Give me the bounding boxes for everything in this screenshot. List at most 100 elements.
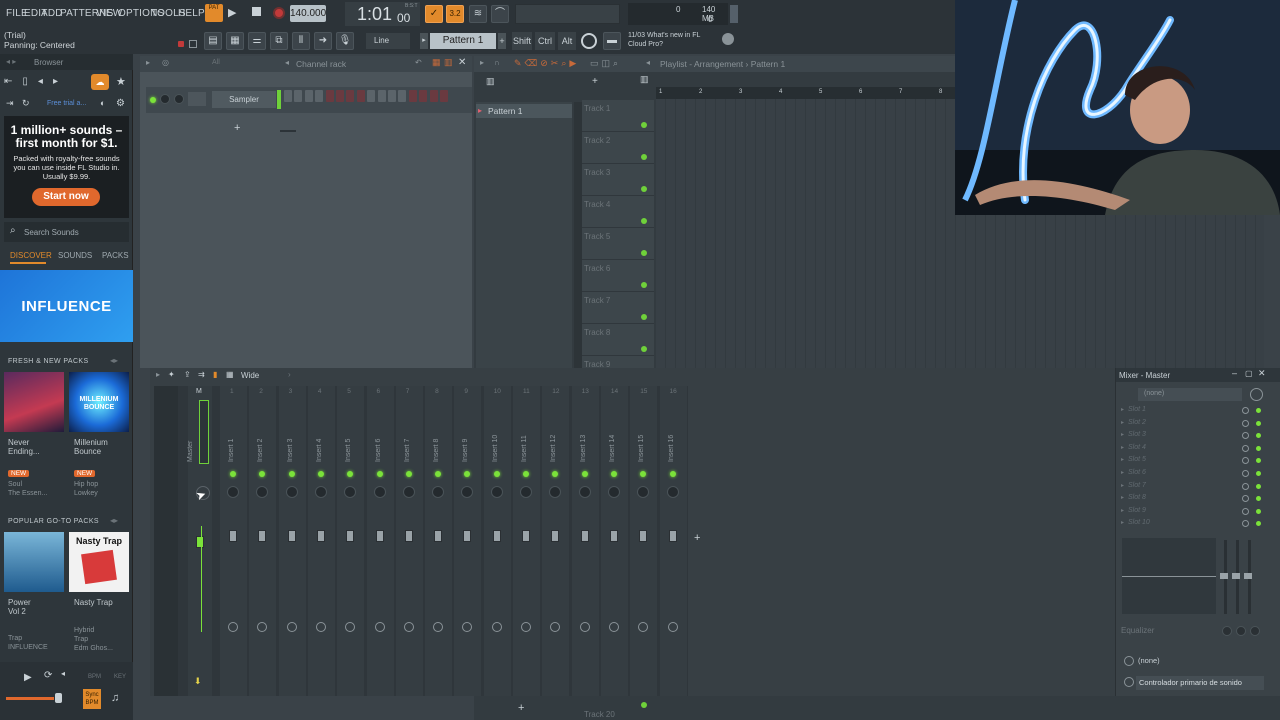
insert-fader[interactable] [375,530,384,542]
insert-mute-led[interactable] [288,471,295,477]
plugin-picker-icon[interactable]: ⫴ [292,32,310,50]
step-button[interactable] [440,90,448,102]
insert-mute-led[interactable] [523,471,529,477]
step-button[interactable] [388,90,396,102]
slot-mix-knob[interactable] [1242,444,1249,452]
slot-mix-knob[interactable] [1242,482,1249,490]
playlist-view-icon[interactable]: ▤ [204,32,222,50]
insert-fader[interactable] [668,530,677,542]
free-trial-link[interactable]: Free trial a... [47,100,86,107]
insert-route-knob[interactable] [403,622,414,632]
preview-play-icon[interactable]: ▶ [24,672,32,683]
microphone-icon[interactable]: 🎙 [336,32,354,50]
insert-mute-led[interactable] [581,471,588,477]
close-icon[interactable]: ✕ [1258,368,1266,379]
pack-cover-power[interactable] [4,532,64,592]
pattern-song-toggle[interactable]: PAT [205,4,223,22]
step-button[interactable] [356,90,365,102]
collapse-icon[interactable]: ⇤ [4,76,22,87]
channel-filter[interactable]: All [212,59,220,66]
mixer-grid-icon[interactable]: ▦ [226,370,234,379]
channel-mixer-track[interactable] [188,92,206,106]
slot-mix-knob[interactable] [1242,470,1249,477]
insert-route-knob[interactable] [521,622,531,632]
insert-route-knob[interactable] [315,622,326,632]
effect-slot[interactable]: Slot 4 [1128,444,1238,451]
eq-knob[interactable] [1250,626,1260,636]
channel-select-indicator[interactable] [277,90,281,109]
undo-history-icon[interactable] [189,40,197,48]
insert-route-knob[interactable] [228,622,238,632]
insert-fader[interactable] [492,530,501,542]
insert-pan-knob[interactable] [607,486,620,498]
picker-piano-icon[interactable]: ▥ [486,76,495,87]
channel-rack-piano-icon[interactable]: ▥ [444,57,453,68]
insert-fader[interactable] [229,530,237,542]
insert-mute-led[interactable] [405,471,412,477]
start-now-button[interactable]: Start now [32,188,100,206]
channel-pan-knob[interactable] [160,94,170,104]
step-button[interactable] [336,90,344,102]
master-fader-handle[interactable] [196,536,204,548]
record-icon[interactable] [273,7,285,19]
star-icon[interactable]: ★ [116,75,126,88]
preview-prev-icon[interactable]: ◂ [61,669,65,678]
snap-selector[interactable]: Line [366,33,410,49]
effect-slot[interactable]: Slot 10 [1128,519,1238,526]
stamp-icon[interactable]: ▬ [603,32,621,50]
tab-packs[interactable]: PACKS [102,251,129,260]
insert-route-knob[interactable] [286,622,297,632]
blend-notes-icon[interactable]: ≋ [469,5,487,23]
insert-mute-led[interactable] [376,471,383,477]
channel-rack-resize-handle[interactable] [280,130,296,132]
track-mute-led[interactable] [641,250,647,256]
insert-route-knob[interactable] [667,622,678,632]
shift-key-button[interactable]: Shift [512,32,532,50]
volume-handle[interactable] [55,693,62,703]
slot-enable-led[interactable] [1256,471,1261,476]
slot-expand-icon[interactable]: ▸ [1121,519,1124,526]
mixer-link-icon[interactable]: ⇉ [198,370,205,379]
fresh-packs-arrows-icon[interactable]: ◂▸ [110,356,118,365]
user-icon[interactable]: ◐ [100,98,105,108]
playlist-magnet-icon[interactable]: ∩ [494,58,500,67]
sync-bpm-button[interactable]: Sync BPM [83,689,101,709]
mixer-upload-icon[interactable]: ⇪ [184,370,191,379]
news-icon[interactable] [581,33,597,49]
insert-pan-knob[interactable] [285,486,298,498]
eq-knob[interactable] [1236,626,1246,636]
step-button[interactable] [408,90,417,102]
insert-fader[interactable] [551,530,560,542]
insert-pan-knob[interactable] [432,486,445,498]
eq-display[interactable] [1122,538,1216,614]
insert-pan-knob[interactable] [578,486,591,498]
insert-mute-led[interactable] [669,471,676,477]
wait-input-button[interactable]: 3.2 [446,5,464,23]
tab-sounds[interactable]: SOUNDS [58,251,92,260]
slot-enable-led[interactable] [1256,420,1261,426]
insert-route-knob[interactable] [608,622,619,632]
cloud-sounds-icon[interactable]: ☁ [91,74,109,90]
pack-cover-millenium-bounce[interactable]: MILLENIUM BOUNCE [69,372,129,432]
stop-icon[interactable] [252,7,261,16]
insert-pan-knob[interactable] [373,486,386,498]
insert-fader[interactable] [609,530,618,542]
add-channel-icon[interactable]: + [234,122,240,134]
slot-enable-led[interactable] [1256,408,1261,413]
preview-loop-icon[interactable]: ⟳ [44,670,52,681]
insert-fader[interactable] [639,530,648,542]
playlist-tools-icon[interactable]: ▭◫⌕ [590,58,621,69]
track-mute-led[interactable] [641,346,647,352]
slot-mix-knob[interactable] [1242,419,1249,427]
picker-scrollbar[interactable] [574,102,582,368]
piano-icon[interactable]: ♫ [111,692,119,704]
preview-volume-slider[interactable] [6,697,54,700]
step-button[interactable] [346,90,355,102]
mixer-menu-icon[interactable]: ▸ [156,370,160,379]
add-bottom-icon[interactable]: + [518,702,524,714]
tempo-display[interactable]: 140.000 [290,5,326,22]
track-mute-led[interactable] [641,314,647,320]
insert-route-knob[interactable] [579,622,590,632]
playlist-grid-icon[interactable]: ▥ [640,74,652,88]
slot-expand-icon[interactable]: ▸ [1121,482,1124,489]
